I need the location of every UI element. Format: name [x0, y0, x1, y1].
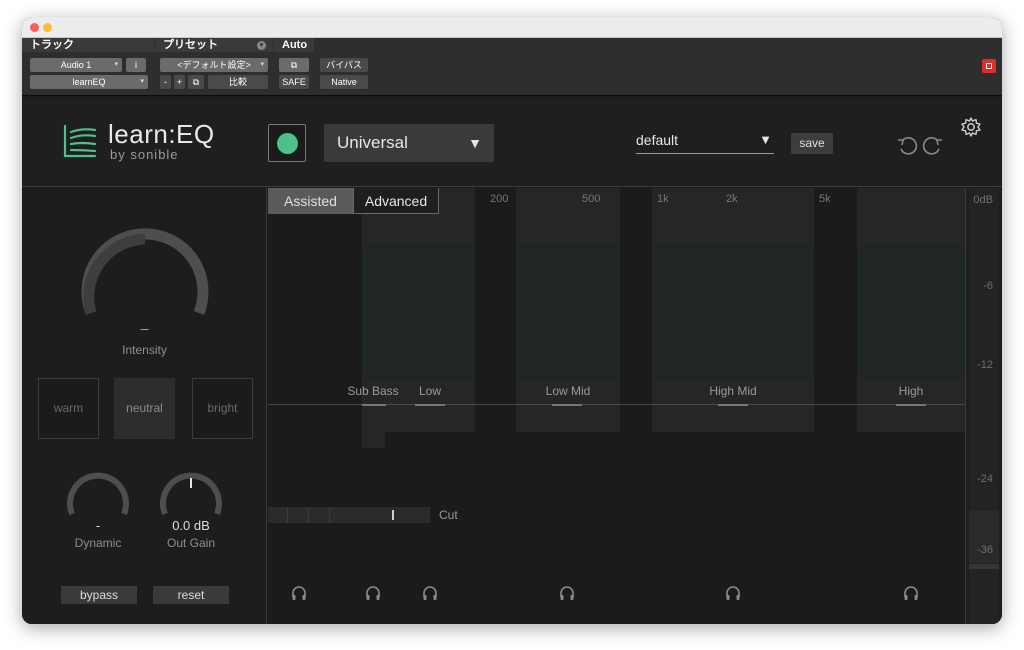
freq-label-5k: 5k [819, 193, 831, 205]
host-header: トラック プリセット ▾ Auto Audio 1 ▾ i learnEQ ▾ <デ… [22, 38, 1002, 96]
learneq-logo-icon [63, 124, 97, 158]
band-high-header [857, 188, 965, 244]
dynamic-knob[interactable] [65, 470, 131, 520]
compare-button[interactable]: 比較 [208, 75, 268, 89]
band-handle-high[interactable] [896, 404, 926, 406]
meter-label-0db: 0dB [973, 194, 993, 206]
band-handle-low[interactable] [415, 404, 445, 406]
band-low-mid-body [516, 244, 620, 380]
plugin-window: トラック プリセット ▾ Auto Audio 1 ▾ i learnEQ ▾ <デ… [22, 17, 1002, 624]
dynamic-label: Dynamic [74, 536, 122, 550]
meter-label-24: -24 [977, 473, 993, 485]
track-name-selector[interactable]: Audio 1 ▾ [30, 58, 122, 72]
tab-advanced[interactable]: Advanced [353, 188, 439, 214]
freq-label-200: 200 [490, 193, 509, 205]
track-section-label: トラック [22, 38, 154, 52]
dynamic-value: - [95, 518, 101, 533]
headphones-icon[interactable] [422, 585, 438, 601]
native-button[interactable]: Native [320, 75, 368, 89]
plugin-preset-dropdown[interactable]: default ▼ [636, 132, 774, 154]
freq-label-1k: 1k [657, 193, 669, 205]
preset-next-button[interactable]: + [174, 75, 185, 89]
band-label-low-mid: Low Mid [545, 384, 591, 398]
chevron-down-icon: ▼ [468, 135, 482, 151]
meter-label-12: -12 [977, 359, 993, 371]
intensity-value: – [140, 320, 149, 336]
logo-by-text: by sonible [110, 147, 179, 162]
style-neutral-button[interactable]: neutral [114, 378, 175, 439]
learneq-plugin: learn:EQ by sonible Universal ▼ default … [22, 97, 1002, 624]
band-handle-sub-bass[interactable] [362, 404, 386, 406]
undo-icon[interactable] [896, 134, 918, 156]
intensity-label: Intensity [122, 343, 167, 357]
close-window-button[interactable] [30, 23, 39, 32]
track-index-button[interactable]: i [126, 58, 146, 72]
preset-section-label: プリセット [155, 38, 273, 52]
headphones-icon[interactable] [559, 585, 575, 601]
style-bright-button[interactable]: bright [192, 378, 253, 439]
band-handle-low-mid[interactable] [552, 404, 582, 406]
intensity-knob[interactable] [78, 228, 212, 328]
band-high-body [857, 244, 965, 380]
freq-label-500: 500 [582, 193, 601, 205]
power-icon [277, 133, 298, 154]
band-label-low: Low [418, 384, 441, 398]
headphones-icon[interactable] [725, 585, 741, 601]
power-button[interactable] [268, 124, 306, 162]
band-label-high: High [898, 384, 924, 398]
bypass-host-button[interactable]: バイパス [320, 58, 368, 72]
level-meter: 0dB -6 -12 -24 -36 [965, 188, 1002, 624]
gear-icon[interactable] [960, 116, 982, 138]
meter-label-6: -6 [983, 280, 993, 292]
auto-section-label: Auto [274, 38, 314, 52]
band-label-sub-bass: Sub Bass [347, 384, 399, 398]
plugin-selector[interactable]: learnEQ ▾ [30, 75, 148, 89]
safe-button[interactable]: SAFE [279, 75, 309, 89]
preset-copy-icon[interactable]: ⧉ [188, 75, 204, 89]
freq-label-2k: 2k [726, 193, 738, 205]
bypass-button[interactable]: bypass [61, 586, 137, 604]
host-power-icon[interactable] [982, 59, 996, 73]
minimize-window-button[interactable] [43, 23, 52, 32]
tab-assisted[interactable]: Assisted [268, 188, 353, 214]
out-gain-knob[interactable] [158, 470, 224, 520]
band-label-high-mid: High Mid [709, 384, 757, 398]
headphones-icon[interactable] [365, 585, 381, 601]
band-handle-high-mid[interactable] [718, 404, 748, 406]
reset-button[interactable]: reset [153, 586, 229, 604]
out-gain-label: Out Gain [166, 536, 216, 550]
headphones-icon[interactable] [291, 585, 307, 601]
band-low-body [362, 244, 475, 380]
preset-prev-button[interactable]: - [160, 75, 171, 89]
logo-text: learn:EQ [108, 119, 215, 149]
preset-menu-icon[interactable]: ▾ [257, 41, 266, 50]
redo-icon[interactable] [922, 134, 944, 156]
plugin-header: learn:EQ by sonible Universal ▼ default … [22, 97, 1002, 187]
style-warm-button[interactable]: warm [38, 378, 99, 439]
save-button[interactable]: save [791, 133, 833, 154]
cut-label: Cut [439, 508, 458, 522]
profile-dropdown[interactable]: Universal ▼ [324, 124, 494, 162]
cut-slider[interactable] [268, 507, 430, 523]
cut-slider-thumb[interactable] [392, 510, 394, 520]
window-titlebar [22, 17, 1002, 38]
automation-copy-icon[interactable]: ⧉ [279, 58, 309, 72]
headphones-icon[interactable] [903, 585, 919, 601]
chevron-down-icon: ▼ [759, 132, 772, 147]
meter-label-36: -36 [977, 544, 993, 556]
eq-display[interactable]: Assisted Advanced 200 500 1k 2k 5k Sub B… [268, 188, 965, 624]
band-sub-bass-lower [362, 432, 385, 448]
band-high-mid-body [652, 244, 814, 380]
band-low-mid-header [516, 188, 620, 244]
preset-selector[interactable]: <デフォルト設定> ▾ [160, 58, 268, 72]
left-controls-panel: – Intensity warm neutral bright - Dynami… [22, 188, 267, 624]
out-gain-value: 0.0 dB [172, 518, 210, 533]
